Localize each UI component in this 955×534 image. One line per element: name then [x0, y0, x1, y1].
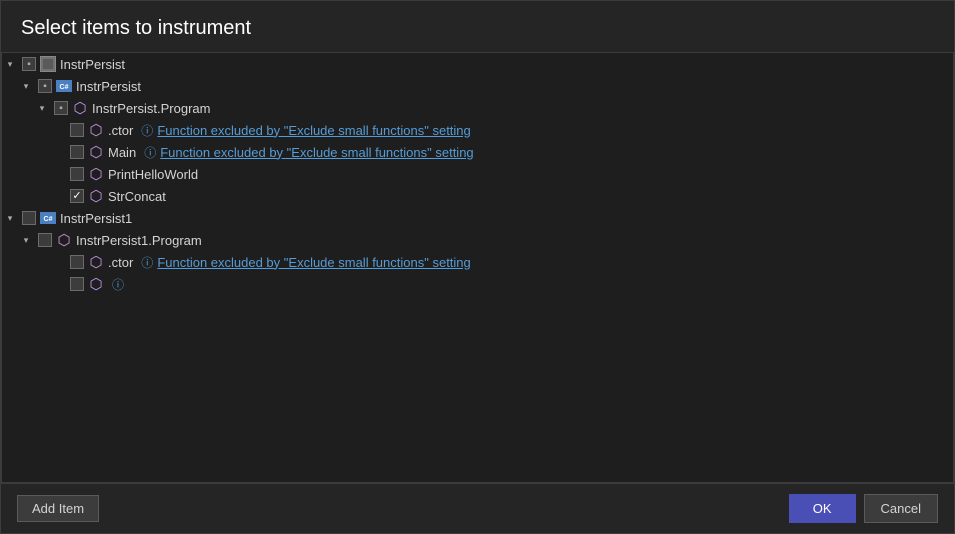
info-icon[interactable]: ⓘ [141, 254, 153, 271]
tree-row: ⬡ .ctor ⓘ Function excluded by "Exclude … [2, 119, 953, 141]
svg-text:C#: C# [44, 216, 53, 223]
excluded-link[interactable]: Function excluded by "Exclude small func… [160, 145, 473, 160]
ok-button[interactable]: OK [789, 494, 856, 523]
assembly-icon [40, 56, 56, 72]
checkbox[interactable] [70, 123, 84, 137]
info-icon[interactable]: ⓘ [112, 276, 124, 293]
tree-row: ⬡ PrintHelloWorld [2, 163, 953, 185]
node-label: .ctor [108, 255, 133, 270]
node-label: InstrPersist1 [60, 211, 132, 226]
svg-text:C#: C# [60, 84, 69, 91]
namespace-icon: ⬡ [72, 100, 88, 116]
node-label: PrintHelloWorld [108, 167, 198, 182]
expand-icon[interactable]: ▾ [18, 232, 34, 248]
tree-row: ▾ ⬡ InstrPersist.Program [2, 97, 953, 119]
checkbox[interactable] [54, 101, 68, 115]
tree-row: ⬡ StrConcat [2, 185, 953, 207]
expand-icon[interactable]: ▾ [2, 56, 18, 72]
node-label: InstrPersist [76, 79, 141, 94]
namespace-icon: ⬡ [56, 232, 72, 248]
add-item-button[interactable]: Add Item [17, 495, 99, 522]
dialog-buttons: OK Cancel [789, 494, 938, 523]
method-icon: ⬡ [88, 254, 104, 270]
class-icon: C# [40, 210, 56, 226]
checkbox[interactable] [70, 277, 84, 291]
method-icon: ⬡ [88, 276, 104, 292]
tree-container[interactable]: ▾ InstrPersist ▾ C# InstrPersist ▾ ⬡ [1, 52, 954, 483]
node-label: InstrPersist1.Program [76, 233, 202, 248]
node-label: InstrPersist.Program [92, 101, 210, 116]
cancel-button[interactable]: Cancel [864, 494, 938, 523]
tree-row: ⬡ ⓘ [2, 273, 953, 295]
expand-icon[interactable]: ▾ [18, 78, 34, 94]
node-label: .ctor [108, 123, 133, 138]
expand-icon[interactable]: ▾ [34, 100, 50, 116]
checkbox[interactable] [22, 211, 36, 225]
method-icon: ⬡ [88, 122, 104, 138]
checkbox[interactable] [70, 189, 84, 203]
excluded-link[interactable]: Function excluded by "Exclude small func… [157, 123, 470, 138]
info-icon[interactable]: ⓘ [144, 144, 156, 161]
method-icon: ⬡ [88, 166, 104, 182]
checkbox[interactable] [38, 233, 52, 247]
dialog-title: Select items to instrument [1, 1, 954, 52]
info-icon[interactable]: ⓘ [141, 122, 153, 139]
tree-row: ▾ C# InstrPersist1 [2, 207, 953, 229]
method-icon: ⬡ [88, 188, 104, 204]
checkbox[interactable] [70, 145, 84, 159]
excluded-link[interactable]: Function excluded by "Exclude small func… [157, 255, 470, 270]
checkbox[interactable] [22, 57, 36, 71]
tree-row: ▾ C# InstrPersist [2, 75, 953, 97]
tree-row: ⬡ Main ⓘ Function excluded by "Exclude s… [2, 141, 953, 163]
method-icon: ⬡ [88, 144, 104, 160]
tree-row: ▾ ⬡ InstrPersist1.Program [2, 229, 953, 251]
tree-row: ⬡ .ctor ⓘ Function excluded by "Exclude … [2, 251, 953, 273]
checkbox[interactable] [38, 79, 52, 93]
node-label: StrConcat [108, 189, 166, 204]
bottom-bar: Add Item OK Cancel [1, 483, 954, 533]
select-items-dialog: Select items to instrument ▾ InstrPersis… [0, 0, 955, 534]
node-label: InstrPersist [60, 57, 125, 72]
checkbox[interactable] [70, 167, 84, 181]
class-icon: C# [56, 78, 72, 94]
node-label: Main [108, 145, 136, 160]
tree-row: ▾ InstrPersist [2, 53, 953, 75]
expand-icon[interactable]: ▾ [2, 210, 18, 226]
checkbox[interactable] [70, 255, 84, 269]
